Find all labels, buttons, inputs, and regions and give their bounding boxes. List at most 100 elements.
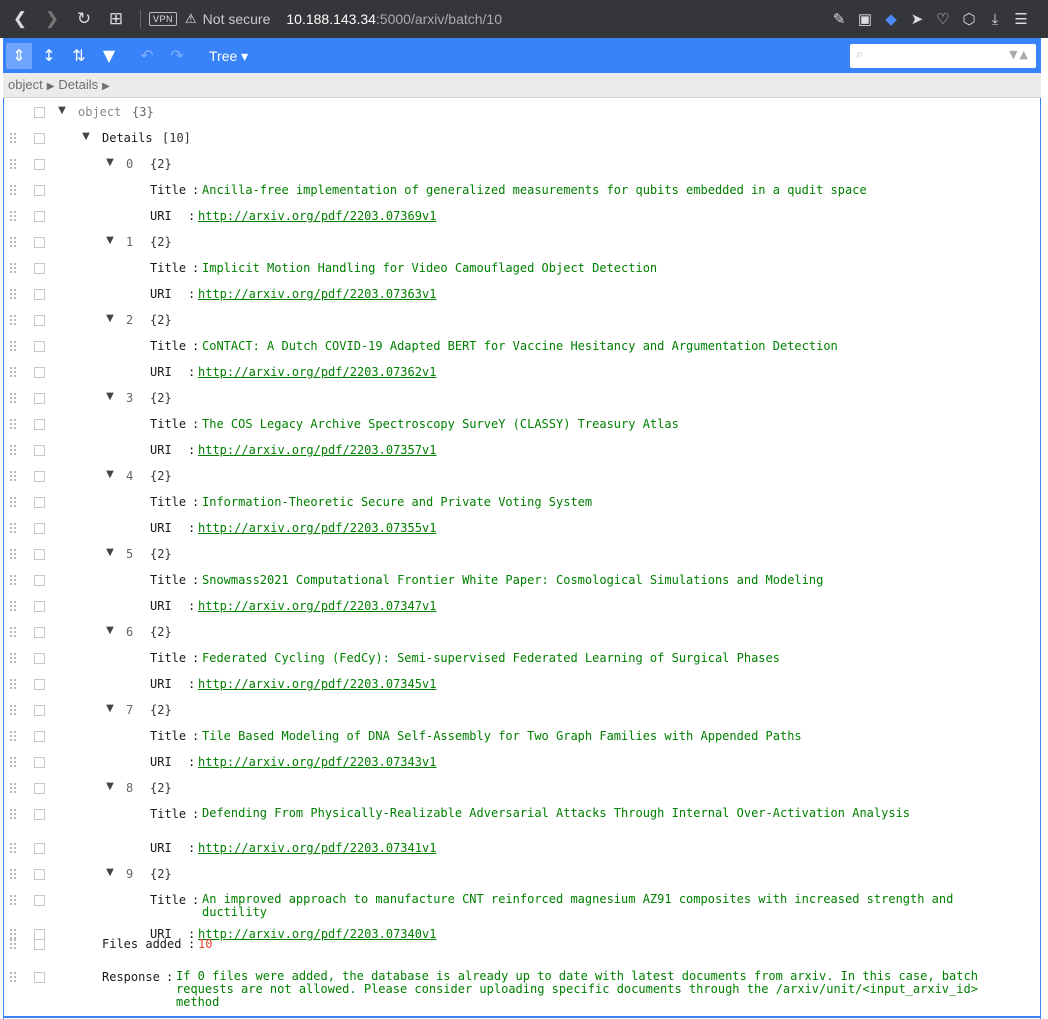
context-menu-button[interactable] <box>34 289 45 300</box>
expand-all-icon[interactable]: ⇕ <box>6 43 32 69</box>
drag-handle-icon[interactable] <box>9 808 17 820</box>
drag-handle-icon[interactable] <box>9 470 17 482</box>
response-value[interactable]: If 0 files were added, the database is a… <box>176 970 1006 1009</box>
camera-icon[interactable]: ▣ <box>852 10 878 28</box>
details-key[interactable]: Details <box>102 131 153 145</box>
uri-link[interactable]: http://arxiv.org/pdf/2203.07363v1 <box>198 287 436 301</box>
search-input[interactable] <box>874 47 998 65</box>
collapse-icon[interactable]: ▼ <box>104 547 116 558</box>
uri-key[interactable]: URI <box>150 443 172 457</box>
breadcrumb-arrow-icon[interactable]: ▶ <box>102 81 110 92</box>
drag-handle-icon[interactable] <box>9 938 17 950</box>
url-host[interactable]: 10.188.143.34 <box>286 11 376 27</box>
context-menu-button[interactable] <box>34 107 45 118</box>
context-menu-button[interactable] <box>34 601 45 612</box>
forward-icon[interactable]: ❯ <box>36 9 68 29</box>
back-icon[interactable]: ❮ <box>4 9 36 29</box>
drag-handle-icon[interactable] <box>9 652 17 664</box>
breadcrumb-details[interactable]: Details <box>58 77 98 92</box>
context-menu-button[interactable] <box>34 575 45 586</box>
drag-handle-icon[interactable] <box>9 184 17 196</box>
uri-key[interactable]: URI <box>150 365 172 379</box>
uri-key[interactable]: URI <box>150 841 172 855</box>
context-menu-button[interactable] <box>34 159 45 170</box>
collapse-icon[interactable]: ▼ <box>104 867 116 878</box>
context-menu-button[interactable] <box>34 315 45 326</box>
drag-handle-icon[interactable] <box>9 678 17 690</box>
context-menu-button[interactable] <box>34 393 45 404</box>
vpn-badge[interactable]: VPN <box>149 12 178 26</box>
title-key[interactable]: Title <box>150 893 186 907</box>
title-value[interactable]: Tile Based Modeling of DNA Self-Assembly… <box>202 729 972 743</box>
edit-icon[interactable]: ✎ <box>826 10 852 28</box>
uri-key[interactable]: URI <box>150 209 172 223</box>
cube-icon[interactable]: ⬡ <box>956 10 982 28</box>
context-menu-button[interactable] <box>34 627 45 638</box>
drag-handle-icon[interactable] <box>9 158 17 170</box>
uri-link[interactable]: http://arxiv.org/pdf/2203.07369v1 <box>198 209 436 223</box>
title-key[interactable]: Title <box>150 339 186 353</box>
drag-handle-icon[interactable] <box>9 288 17 300</box>
context-menu-button[interactable] <box>34 445 45 456</box>
collapse-icon[interactable]: ▼ <box>104 235 116 246</box>
tabs-grid-icon[interactable]: ⊞ <box>100 9 132 29</box>
context-menu-button[interactable] <box>34 939 45 950</box>
drag-handle-icon[interactable] <box>9 236 17 248</box>
response-key[interactable]: Response <box>102 970 160 984</box>
uri-key[interactable]: URI <box>150 599 172 613</box>
download-icon[interactable]: ⤓ <box>982 11 1008 28</box>
breadcrumb-object[interactable]: object <box>8 77 43 92</box>
filter-icon[interactable]: ▼ <box>96 43 122 69</box>
drag-handle-icon[interactable] <box>9 894 17 906</box>
drag-handle-icon[interactable] <box>9 340 17 352</box>
url-path[interactable]: :5000/arxiv/batch/10 <box>376 11 502 27</box>
drag-handle-icon[interactable] <box>9 868 17 880</box>
drag-handle-icon[interactable] <box>9 548 17 560</box>
title-value[interactable]: The COS Legacy Archive Spectroscopy Surv… <box>202 417 972 431</box>
uri-link[interactable]: http://arxiv.org/pdf/2203.07362v1 <box>198 365 436 379</box>
drag-handle-icon[interactable] <box>9 522 17 534</box>
redo-icon[interactable]: ↷ <box>164 43 190 69</box>
uri-key[interactable]: URI <box>150 521 172 535</box>
context-menu-button[interactable] <box>34 653 45 664</box>
collapse-icon[interactable]: ▼ <box>104 781 116 792</box>
title-value[interactable]: Implicit Motion Handling for Video Camou… <box>202 261 972 275</box>
context-menu-button[interactable] <box>34 809 45 820</box>
title-value[interactable]: Federated Cycling (FedCy): Semi-supervis… <box>202 651 972 665</box>
title-value[interactable]: Ancilla-free implementation of generaliz… <box>202 183 972 197</box>
collapse-all-icon[interactable]: ↕ <box>36 43 62 69</box>
drag-handle-icon[interactable] <box>9 392 17 404</box>
files-added-value[interactable]: 10 <box>198 937 212 951</box>
security-status[interactable]: Not secure <box>203 11 271 27</box>
drag-handle-icon[interactable] <box>9 971 17 983</box>
uri-link[interactable]: http://arxiv.org/pdf/2203.07357v1 <box>198 443 436 457</box>
uri-key[interactable]: URI <box>150 677 172 691</box>
drag-handle-icon[interactable] <box>9 496 17 508</box>
send-icon[interactable]: ➤ <box>904 10 930 28</box>
undo-icon[interactable]: ↶ <box>134 43 160 69</box>
context-menu-button[interactable] <box>34 549 45 560</box>
drag-handle-icon[interactable] <box>9 366 17 378</box>
collapse-icon[interactable]: ▼ <box>80 131 92 142</box>
title-key[interactable]: Title <box>150 261 186 275</box>
drag-handle-icon[interactable] <box>9 210 17 222</box>
uri-link[interactable]: http://arxiv.org/pdf/2203.07345v1 <box>198 677 436 691</box>
files-added-key[interactable]: Files added <box>102 937 181 951</box>
mode-selector[interactable]: Tree ▾ <box>209 43 248 69</box>
drag-handle-icon[interactable] <box>9 600 17 612</box>
collapse-icon[interactable]: ▼ <box>104 391 116 402</box>
shield-icon[interactable]: ◆ <box>878 10 904 28</box>
title-key[interactable]: Title <box>150 573 186 587</box>
title-key[interactable]: Title <box>150 495 186 509</box>
drag-handle-icon[interactable] <box>9 730 17 742</box>
context-menu-button[interactable] <box>34 133 45 144</box>
collapse-icon[interactable]: ▼ <box>104 625 116 636</box>
context-menu-button[interactable] <box>34 783 45 794</box>
drag-handle-icon[interactable] <box>9 444 17 456</box>
context-menu-button[interactable] <box>34 679 45 690</box>
uri-link[interactable]: http://arxiv.org/pdf/2203.07347v1 <box>198 599 436 613</box>
context-menu-button[interactable] <box>34 185 45 196</box>
context-menu-button[interactable] <box>34 497 45 508</box>
collapse-icon[interactable]: ▼ <box>104 469 116 480</box>
title-key[interactable]: Title <box>150 807 186 821</box>
